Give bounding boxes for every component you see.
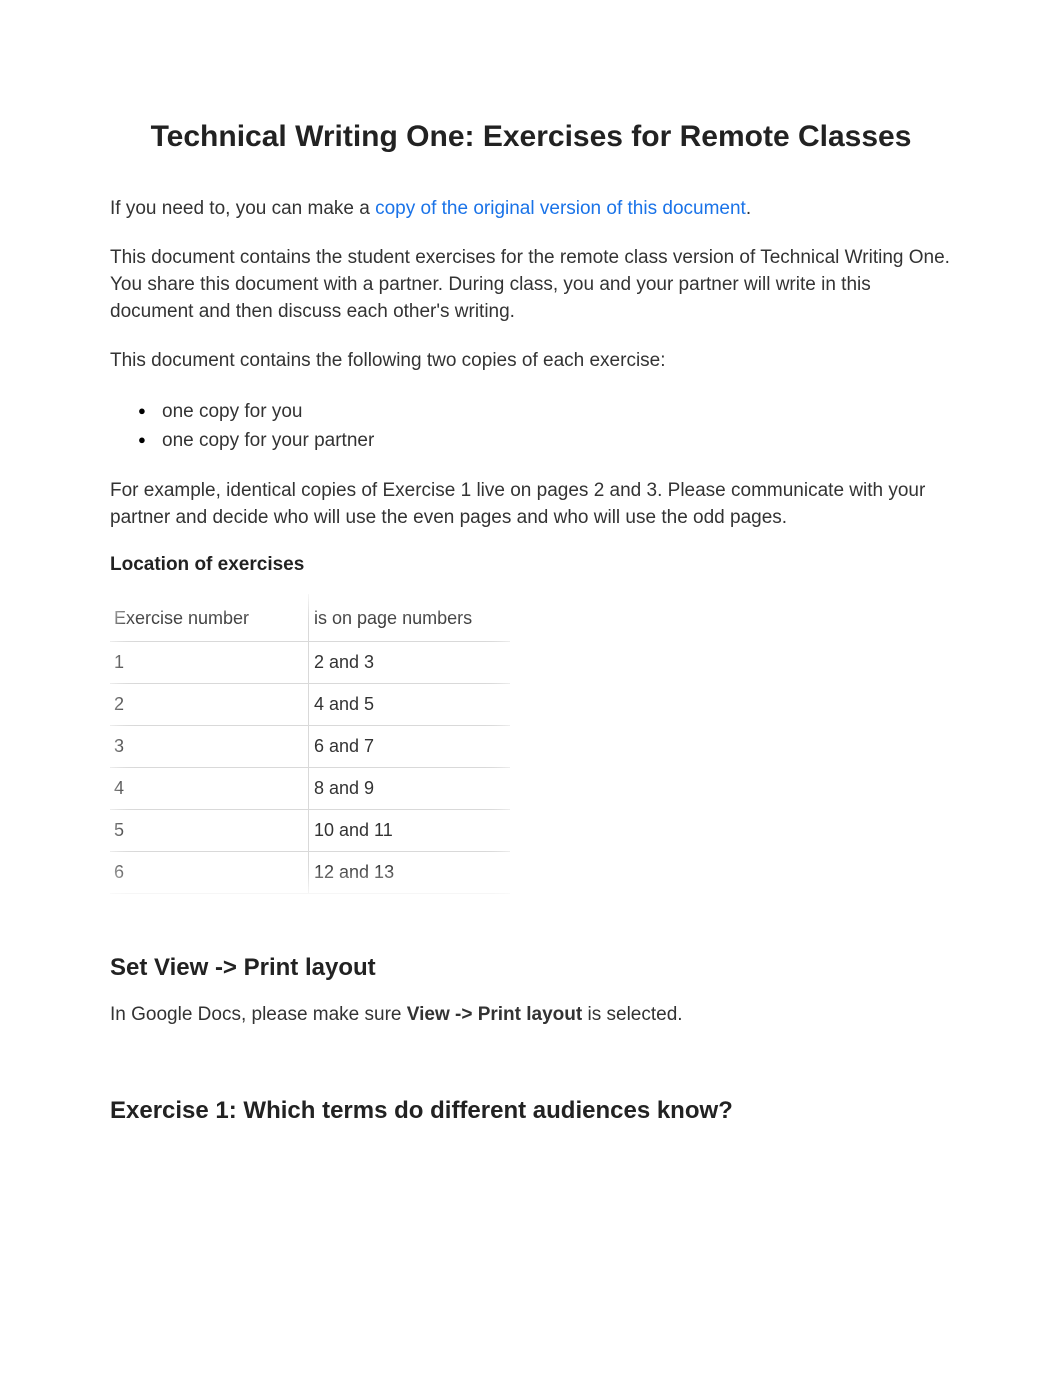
view-heading: Set View -> Print layout [110, 954, 952, 982]
cell-page-numbers: 6 and 7 [310, 725, 510, 767]
table-row: 5 10 and 11 [110, 809, 510, 851]
cell-exercise-number: 6 [110, 851, 310, 893]
document-title: Technical Writing One: Exercises for Rem… [110, 120, 952, 154]
cell-page-numbers: 12 and 13 [310, 851, 510, 893]
table-row: 2 4 and 5 [110, 683, 510, 725]
cell-exercise-number: 5 [110, 809, 310, 851]
cell-page-numbers: 4 and 5 [310, 683, 510, 725]
table-caption: Location of exercises [110, 554, 952, 576]
intro-paragraph: If you need to, you can make a copy of t… [110, 196, 952, 223]
cell-exercise-number: 3 [110, 725, 310, 767]
view-paragraph: In Google Docs, please make sure View ->… [110, 1002, 952, 1029]
list-item: one copy for you [138, 397, 952, 426]
col-header-page-numbers: is on page numbers [310, 594, 510, 642]
copy-document-link[interactable]: copy of the original version of this doc… [375, 198, 746, 219]
view-text-bold: View -> Print layout [407, 1004, 582, 1025]
table-row: 1 2 and 3 [110, 641, 510, 683]
list-item: one copy for your partner [138, 426, 952, 455]
table-row: 6 12 and 13 [110, 851, 510, 893]
exercise-1-heading: Exercise 1: Which terms do different aud… [110, 1097, 952, 1125]
exercise-location-table-wrap: Exercise number is on page numbers 1 2 a… [110, 594, 510, 894]
copies-paragraph: This document contains the following two… [110, 348, 952, 375]
cell-exercise-number: 2 [110, 683, 310, 725]
example-paragraph: For example, identical copies of Exercis… [110, 478, 952, 532]
view-text-prefix: In Google Docs, please make sure [110, 1004, 407, 1025]
view-section: Set View -> Print layout In Google Docs,… [110, 954, 952, 1029]
description-paragraph: This document contains the student exerc… [110, 245, 952, 326]
cell-exercise-number: 4 [110, 767, 310, 809]
intro-prefix: If you need to, you can make a [110, 198, 375, 219]
col-header-exercise-number: Exercise number [110, 594, 310, 642]
table-row: 4 8 and 9 [110, 767, 510, 809]
cell-exercise-number: 1 [110, 641, 310, 683]
cell-page-numbers: 8 and 9 [310, 767, 510, 809]
copies-list: one copy for you one copy for your partn… [138, 397, 952, 456]
intro-suffix: . [746, 198, 751, 219]
cell-page-numbers: 10 and 11 [310, 809, 510, 851]
table-row: 3 6 and 7 [110, 725, 510, 767]
exercise-location-table: Exercise number is on page numbers 1 2 a… [110, 594, 510, 894]
cell-page-numbers: 2 and 3 [310, 641, 510, 683]
view-text-suffix: is selected. [582, 1004, 682, 1025]
table-header-row: Exercise number is on page numbers [110, 594, 510, 642]
